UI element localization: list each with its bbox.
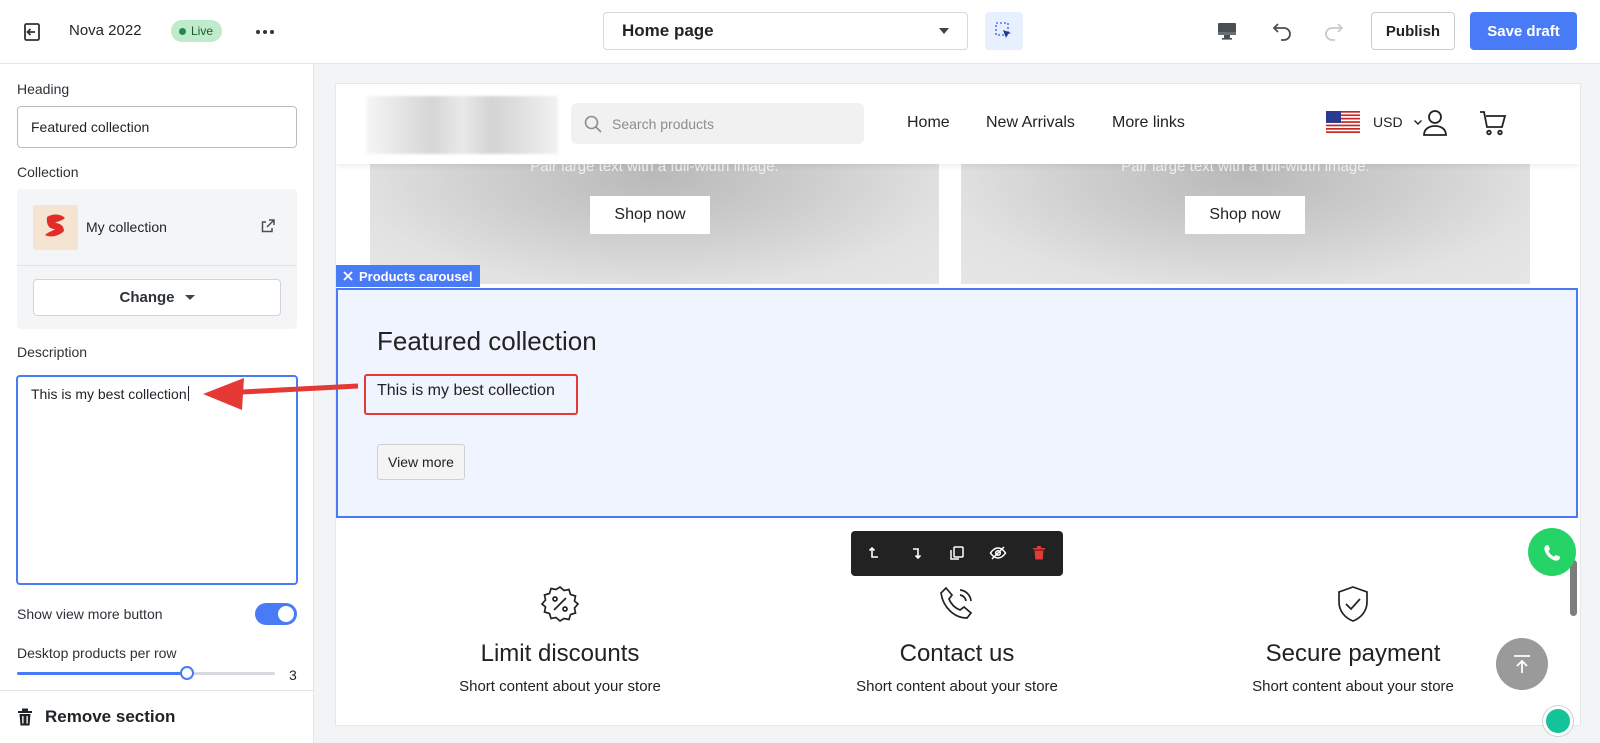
whatsapp-button[interactable] bbox=[1528, 528, 1576, 576]
featured-collection-title: Featured collection bbox=[377, 326, 597, 356]
search-input[interactable]: Search products bbox=[571, 103, 864, 144]
more-options-icon[interactable] bbox=[253, 20, 277, 44]
top-bar: Nova 2022 Live Home page Publish Save dr… bbox=[0, 0, 1600, 64]
description-value: This is my best collection bbox=[31, 386, 187, 402]
feature-title: Secure payment bbox=[1265, 640, 1441, 667]
undo-icon[interactable] bbox=[1270, 19, 1294, 43]
caret-down-icon bbox=[184, 295, 195, 300]
collection-name[interactable]: My collection bbox=[86, 219, 167, 235]
desktop-view-icon[interactable] bbox=[1215, 19, 1239, 43]
toggle-knob bbox=[278, 606, 294, 622]
products-per-row-value: 3 bbox=[289, 667, 297, 683]
nav-new-arrivals[interactable]: New Arrivals bbox=[986, 114, 1075, 132]
shop-now-button[interactable]: Shop now bbox=[590, 196, 710, 234]
remove-section-label: Remove section bbox=[45, 707, 176, 726]
account-icon[interactable] bbox=[1420, 108, 1450, 138]
grammarly-icon[interactable] bbox=[1543, 706, 1573, 736]
collection-image-icon bbox=[45, 214, 65, 237]
collection-picker: My collection Change bbox=[17, 189, 297, 329]
image-banner-right: Pair large text with a full-width image.… bbox=[961, 158, 1530, 284]
chevron-down-icon bbox=[939, 28, 949, 34]
close-icon bbox=[343, 271, 353, 281]
store-name: Nova 2022 bbox=[69, 22, 142, 39]
live-dot-icon bbox=[179, 27, 186, 35]
feature-title: Contact us bbox=[899, 640, 1015, 667]
collection-label: Collection bbox=[17, 164, 79, 180]
section-toolbar bbox=[851, 531, 1063, 576]
cart-icon[interactable] bbox=[1478, 108, 1508, 138]
us-flag-icon[interactable] bbox=[1326, 111, 1360, 133]
save-draft-button[interactable]: Save draft bbox=[1470, 12, 1577, 50]
nav-home[interactable]: Home bbox=[907, 114, 950, 132]
heading-label: Heading bbox=[17, 81, 70, 97]
section-tag-label: Products carousel bbox=[359, 268, 473, 284]
feature-limit-discounts: Limit discounts Short content about your… bbox=[370, 584, 750, 695]
slider-thumb[interactable] bbox=[180, 666, 195, 680]
live-status-label: Live bbox=[191, 24, 214, 38]
move-up-icon[interactable] bbox=[866, 544, 884, 562]
live-status-badge: Live bbox=[171, 20, 223, 42]
section-tag[interactable]: Products carousel bbox=[336, 265, 481, 287]
slider-fill bbox=[17, 672, 188, 675]
delete-icon[interactable] bbox=[1030, 544, 1048, 562]
store-header: Search products Home New Arrivals More l… bbox=[336, 84, 1580, 164]
preview-scrollbar[interactable] bbox=[1570, 560, 1577, 616]
remove-section-button[interactable]: Remove section bbox=[0, 690, 314, 743]
change-button-label: Change bbox=[119, 289, 175, 306]
store-logo[interactable] bbox=[366, 96, 558, 154]
phone-call-icon bbox=[940, 586, 973, 619]
feature-contact-us: Contact us Short content about your stor… bbox=[767, 584, 1147, 695]
move-down-icon[interactable] bbox=[907, 544, 925, 562]
feature-text: Short content about your store bbox=[1252, 678, 1454, 695]
search-icon bbox=[584, 115, 602, 133]
publish-button[interactable]: Publish bbox=[1371, 12, 1455, 50]
redo-icon[interactable] bbox=[1322, 19, 1346, 43]
view-more-button[interactable]: View more bbox=[377, 444, 465, 480]
page-selector[interactable]: Home page bbox=[603, 12, 968, 50]
scroll-to-top-button[interactable] bbox=[1496, 638, 1548, 690]
heading-input-value: Featured collection bbox=[31, 119, 150, 135]
currency-selector[interactable]: USD bbox=[1373, 114, 1403, 130]
external-link-icon[interactable] bbox=[259, 217, 277, 235]
shield-check-icon bbox=[1338, 586, 1368, 622]
show-view-more-toggle[interactable] bbox=[255, 603, 297, 625]
collection-thumbnail bbox=[33, 205, 78, 250]
search-placeholder: Search products bbox=[612, 115, 714, 132]
select-cursor-icon bbox=[995, 22, 1011, 38]
hide-icon[interactable] bbox=[989, 544, 1007, 562]
page-selector-value: Home page bbox=[622, 21, 714, 40]
feature-title: Limit discounts bbox=[480, 640, 640, 667]
shop-now-button[interactable]: Shop now bbox=[1185, 196, 1305, 234]
divider bbox=[17, 265, 297, 266]
products-per-row-slider[interactable] bbox=[17, 666, 275, 680]
element-select-button[interactable] bbox=[985, 12, 1023, 50]
annotation-highlight-box bbox=[364, 374, 578, 415]
settings-sidebar: Heading Featured collection Collection M… bbox=[0, 64, 314, 743]
trash-icon bbox=[18, 708, 32, 726]
nav-more-links[interactable]: More links bbox=[1112, 114, 1185, 132]
whatsapp-icon bbox=[1544, 545, 1560, 561]
exit-icon[interactable] bbox=[20, 20, 44, 44]
preview-canvas: Search products Home New Arrivals More l… bbox=[336, 84, 1580, 725]
show-view-more-label: Show view more button bbox=[17, 606, 163, 622]
change-collection-button[interactable]: Change bbox=[33, 279, 281, 316]
description-label: Description bbox=[17, 344, 88, 360]
discount-badge-icon bbox=[540, 585, 580, 623]
description-textarea[interactable]: This is my best collection bbox=[16, 375, 298, 585]
feature-text: Short content about your store bbox=[459, 678, 661, 695]
text-cursor bbox=[187, 386, 189, 401]
feature-secure-payment: Secure payment Short content about your … bbox=[1163, 584, 1543, 695]
duplicate-icon[interactable] bbox=[948, 544, 966, 562]
arrow-up-icon bbox=[1514, 655, 1530, 673]
feature-text: Short content about your store bbox=[856, 678, 1058, 695]
products-per-row-label: Desktop products per row bbox=[17, 645, 177, 661]
heading-input[interactable]: Featured collection bbox=[17, 106, 297, 148]
